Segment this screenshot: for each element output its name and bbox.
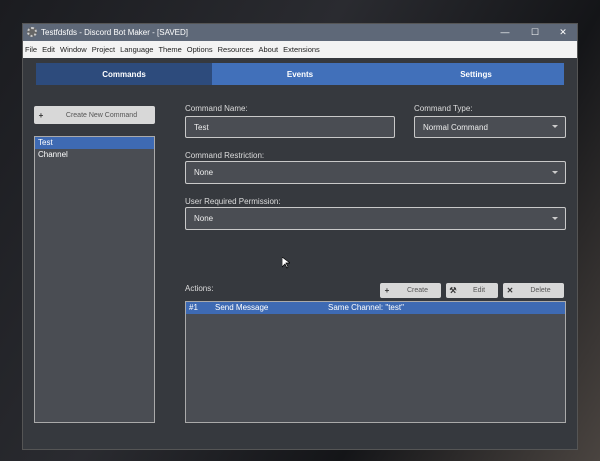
mouse-cursor-icon (282, 257, 290, 269)
menu-options[interactable]: Options (187, 45, 213, 54)
command-name-value: Test (194, 122, 209, 132)
maximize-button[interactable]: ☐ (523, 24, 547, 41)
list-item[interactable]: Channel (35, 149, 154, 161)
chevron-down-icon (552, 170, 558, 174)
plus-icon: + (38, 110, 44, 120)
chevron-down-icon (552, 125, 558, 128)
menu-resources[interactable]: Resources (218, 45, 254, 54)
chevron-down-icon (552, 216, 558, 220)
minimize-button[interactable]: — (493, 24, 517, 41)
command-restriction-value: None (194, 168, 214, 177)
app-window: Testfdsfds - Discord Bot Maker - [SAVED]… (22, 23, 578, 450)
actions-list[interactable]: #1 Send Message Same Channel: "test" (185, 301, 566, 423)
user-permission-value: None (194, 214, 214, 223)
menu-theme[interactable]: Theme (158, 45, 181, 54)
list-item[interactable]: Test (35, 137, 154, 149)
x-icon: ✕ (506, 286, 514, 295)
window-title: Testfdsfds - Discord Bot Maker - [SAVED] (41, 28, 189, 37)
edit-action-label: Edit (472, 287, 486, 294)
title-bar: Testfdsfds - Discord Bot Maker - [SAVED]… (23, 24, 577, 41)
menu-bar: File Edit Window Project Language Theme … (23, 41, 577, 58)
command-type-label: Command Type: (414, 104, 473, 113)
menu-about[interactable]: About (259, 45, 279, 54)
action-detail: Same Channel: "test" (328, 303, 404, 312)
menu-window[interactable]: Window (60, 45, 87, 54)
tab-commands[interactable]: Commands (36, 63, 212, 85)
command-name-label: Command Name: (185, 104, 248, 113)
delete-action-button[interactable]: ✕ Delete (503, 283, 564, 298)
table-row[interactable]: #1 Send Message Same Channel: "test" (186, 302, 565, 314)
menu-extensions[interactable]: Extensions (283, 45, 320, 54)
delete-action-label: Delete (530, 287, 551, 294)
app-gear-icon (27, 27, 37, 37)
action-number: #1 (189, 303, 198, 312)
actions-label: Actions: (185, 284, 214, 293)
create-action-button[interactable]: + Create (380, 283, 441, 298)
hammer-icon: ⚒ (449, 286, 457, 295)
command-type-value: Normal Command (423, 122, 488, 132)
close-button[interactable]: ✕ (551, 24, 575, 41)
create-action-label: Create (406, 287, 428, 294)
menu-edit[interactable]: Edit (42, 45, 55, 54)
plus-icon: + (384, 286, 390, 295)
menu-project[interactable]: Project (92, 45, 115, 54)
command-type-select[interactable]: Normal Command (414, 116, 566, 138)
command-name-input[interactable]: Test (185, 116, 395, 138)
create-new-command-button[interactable]: + Create New Command (34, 106, 155, 124)
action-name: Send Message (215, 303, 269, 312)
menu-file[interactable]: File (25, 45, 37, 54)
create-new-command-label: Create New Command (65, 111, 138, 119)
edit-action-button[interactable]: ⚒ Edit (446, 283, 498, 298)
command-list[interactable]: Test Channel (34, 136, 155, 423)
tab-settings[interactable]: Settings (388, 63, 564, 85)
command-restriction-label: Command Restriction: (185, 151, 265, 160)
user-permission-select[interactable]: None (185, 207, 566, 230)
command-restriction-select[interactable]: None (185, 161, 566, 184)
menu-language[interactable]: Language (120, 45, 153, 54)
user-permission-label: User Required Permission: (185, 197, 281, 206)
tab-events[interactable]: Events (212, 63, 388, 85)
